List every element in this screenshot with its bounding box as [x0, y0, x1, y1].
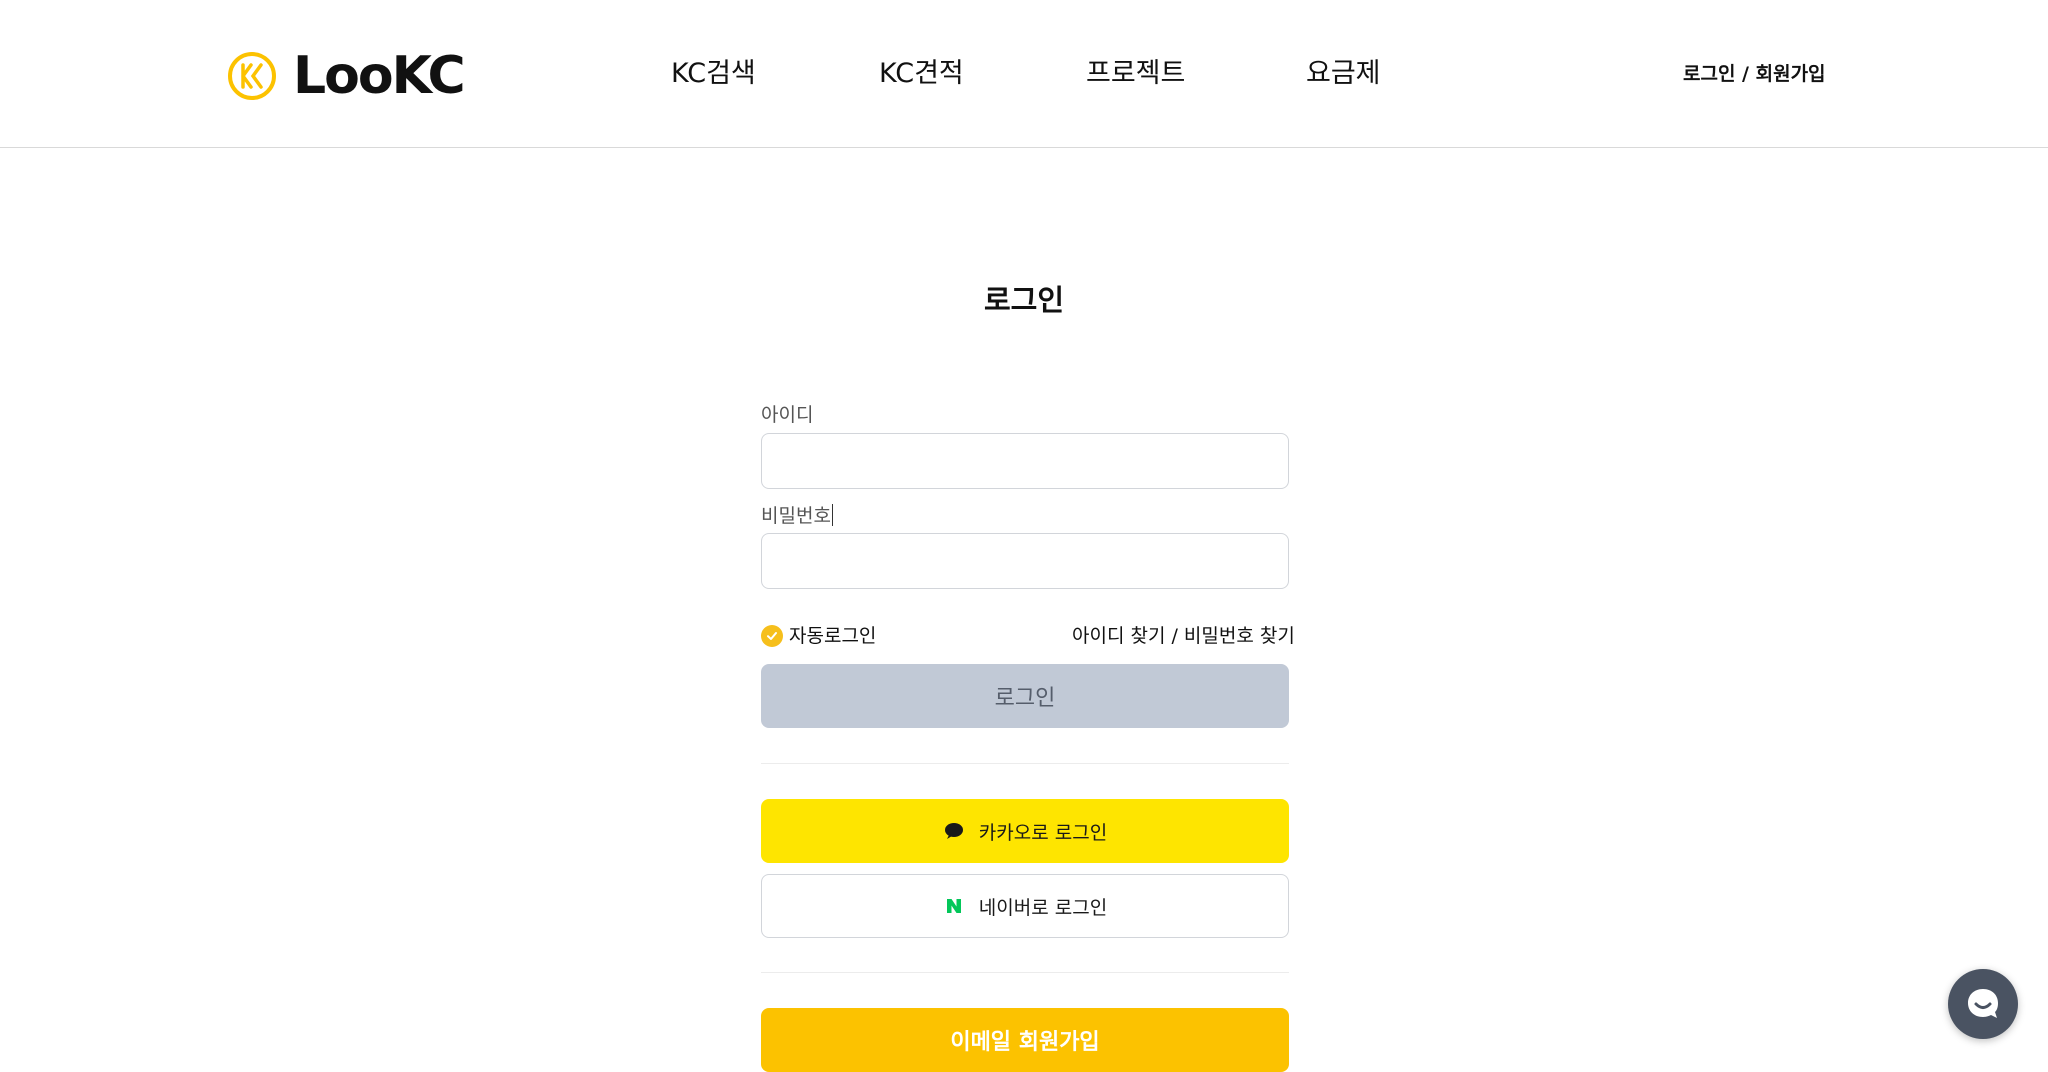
- chat-bubble-icon: [1968, 989, 1998, 1018]
- login-signup-link[interactable]: 로그인 / 회원가입: [1683, 61, 1826, 87]
- kakao-login-label: 카카오로 로그인: [978, 821, 1108, 844]
- kakao-speech-bubble-icon: [943, 820, 965, 842]
- nav-kc-search[interactable]: KC검색: [671, 56, 756, 92]
- text-caret: [831, 504, 833, 526]
- logo-link[interactable]: LooKC: [227, 46, 466, 106]
- login-button[interactable]: 로그인: [761, 664, 1289, 728]
- naver-n-icon: [943, 895, 965, 917]
- nav-kc-quote[interactable]: KC견적: [879, 56, 964, 92]
- password-label: 비밀번호: [761, 505, 831, 527]
- naver-login-button[interactable]: 네이버로 로그인: [761, 874, 1289, 938]
- naver-login-label: 네이버로 로그인: [978, 896, 1108, 919]
- lookc-logo-icon: [228, 52, 276, 100]
- kakao-login-button[interactable]: 카카오로 로그인: [761, 799, 1289, 863]
- password-label-wrap: 비밀번호: [761, 503, 833, 529]
- divider: [761, 972, 1289, 973]
- divider: [761, 763, 1289, 764]
- password-input[interactable]: [761, 533, 1289, 589]
- check-circle-icon: [761, 625, 783, 647]
- chat-support-button[interactable]: [1948, 969, 2018, 1039]
- page-title: 로그인: [983, 283, 1065, 317]
- logo-text: LooKC: [293, 46, 466, 106]
- auto-login-label: 자동로그인: [789, 625, 877, 647]
- auto-login-checkbox[interactable]: 자동로그인: [761, 623, 876, 649]
- id-input[interactable]: [761, 433, 1289, 489]
- email-signup-button[interactable]: 이메일 회원가입: [761, 1008, 1289, 1072]
- id-label: 아이디: [761, 404, 814, 426]
- nav-pricing[interactable]: 요금제: [1306, 56, 1381, 92]
- nav-project[interactable]: 프로젝트: [1086, 56, 1185, 92]
- find-id-password-link[interactable]: 아이디 찾기 / 비밀번호 찾기: [1072, 623, 1295, 649]
- site-header: LooKC KC검색 KC견적 프로젝트 요금제 로그인 / 회원가입: [0, 0, 2048, 148]
- login-button-label: 로그인: [994, 686, 1056, 711]
- email-signup-label: 이메일 회원가입: [950, 1030, 1100, 1055]
